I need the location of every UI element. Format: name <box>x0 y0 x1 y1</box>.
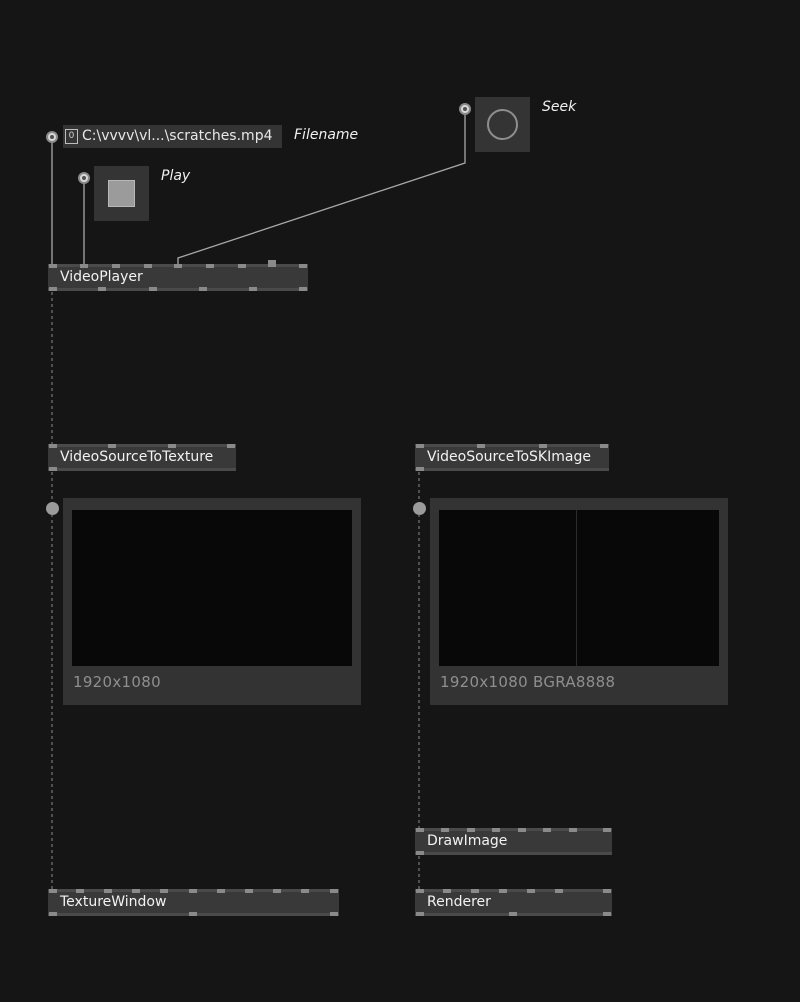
filename-value: C:\vvvv\vl...\scratches.mp4 <box>82 128 273 144</box>
skimage-preview-caption: 1920x1080 BGRA8888 <box>440 673 616 691</box>
texture-preview-image <box>72 510 352 666</box>
input-pin[interactable] <box>299 264 307 268</box>
scratch-line <box>576 510 577 666</box>
filename-iobox[interactable]: 0 C:\vvvv\vl...\scratches.mp4 <box>63 125 282 148</box>
input-pin[interactable] <box>527 889 535 893</box>
play-label: Play <box>161 168 191 184</box>
draw-image-node[interactable]: DrawImage <box>415 828 612 855</box>
texture-preview-pin[interactable] <box>46 502 59 515</box>
output-pin[interactable] <box>509 912 517 916</box>
output-pin[interactable] <box>330 912 338 916</box>
input-pin[interactable] <box>569 828 577 832</box>
input-pin[interactable] <box>268 260 276 267</box>
node-title: TextureWindow <box>60 894 167 910</box>
input-pin[interactable] <box>144 264 152 268</box>
node-title: VideoSourceToSKImage <box>427 449 591 465</box>
output-pin[interactable] <box>98 287 106 291</box>
output-pin[interactable] <box>189 912 197 916</box>
skimage-preview-panel: 1920x1080 BGRA8888 <box>430 498 728 705</box>
input-pin[interactable] <box>416 828 424 832</box>
skimage-preview-image <box>439 510 719 666</box>
seek-output-pin[interactable] <box>459 103 471 115</box>
input-pin[interactable] <box>600 444 608 448</box>
input-pin[interactable] <box>189 889 197 893</box>
texture-window-node[interactable]: TextureWindow <box>48 889 339 916</box>
video-source-to-texture-node[interactable]: VideoSourceToTexture <box>48 444 236 471</box>
input-pin[interactable] <box>416 889 424 893</box>
output-pin[interactable] <box>49 467 57 471</box>
output-pin[interactable] <box>299 287 307 291</box>
input-pin[interactable] <box>416 444 424 448</box>
input-pin[interactable] <box>174 264 182 268</box>
input-pin[interactable] <box>238 264 246 268</box>
output-pin[interactable] <box>149 287 157 291</box>
input-pin[interactable] <box>245 889 253 893</box>
input-pin[interactable] <box>49 889 57 893</box>
node-title: Renderer <box>427 894 491 910</box>
seek-bang-circle <box>487 109 518 140</box>
node-title: VideoPlayer <box>60 269 143 285</box>
seek-label: Seek <box>542 99 577 115</box>
input-pin[interactable] <box>543 828 551 832</box>
filename-index-badge: 0 <box>65 128 78 144</box>
output-pin[interactable] <box>49 287 57 291</box>
output-pin[interactable] <box>416 467 424 471</box>
input-pin[interactable] <box>499 889 507 893</box>
input-pin[interactable] <box>330 889 338 893</box>
output-pin[interactable] <box>603 912 611 916</box>
texture-preview-caption: 1920x1080 <box>73 673 161 691</box>
output-pin[interactable] <box>416 912 424 916</box>
node-title: DrawImage <box>427 833 508 849</box>
texture-preview-panel: 1920x1080 <box>63 498 361 705</box>
input-pin[interactable] <box>273 889 281 893</box>
input-pin[interactable] <box>518 828 526 832</box>
play-output-pin[interactable] <box>78 172 90 184</box>
input-pin[interactable] <box>49 444 57 448</box>
input-pin[interactable] <box>217 889 225 893</box>
input-pin[interactable] <box>555 889 563 893</box>
input-pin[interactable] <box>301 889 309 893</box>
input-pin[interactable] <box>603 828 611 832</box>
input-pin[interactable] <box>49 264 57 268</box>
skimage-preview-pin[interactable] <box>413 502 426 515</box>
output-pin[interactable] <box>416 851 424 855</box>
video-player-node[interactable]: VideoPlayer <box>48 260 308 291</box>
output-pin[interactable] <box>199 287 207 291</box>
filename-output-pin[interactable] <box>46 131 58 143</box>
seek-bang[interactable] <box>475 97 530 152</box>
filename-label: Filename <box>294 127 359 143</box>
video-source-to-skimage-node[interactable]: VideoSourceToSKImage <box>415 444 609 471</box>
renderer-node[interactable]: Renderer <box>415 889 612 916</box>
play-toggle[interactable] <box>94 166 149 221</box>
input-pin[interactable] <box>603 889 611 893</box>
play-toggle-indicator <box>108 180 135 207</box>
input-pin[interactable] <box>227 444 235 448</box>
node-title: VideoSourceToTexture <box>60 449 214 465</box>
output-pin[interactable] <box>49 912 57 916</box>
input-pin[interactable] <box>206 264 214 268</box>
output-pin[interactable] <box>249 287 257 291</box>
